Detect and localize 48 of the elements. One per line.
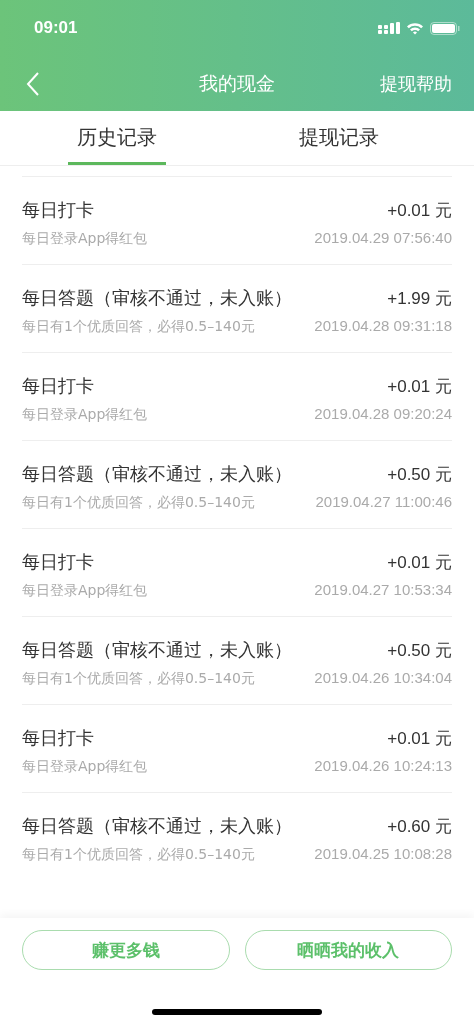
record-description: 每日有1个优质回答，必得0.5–140元: [22, 318, 255, 336]
record-description: 每日登录App得红包: [22, 582, 148, 600]
record-title: 每日答题（审核不通过，未入账）: [22, 814, 292, 838]
signal-icon: [378, 22, 400, 34]
record-row[interactable]: 每日答题（审核不通过，未入账） +0.60 元 每日有1个优质回答，必得0.5–140元 2019.04.25 10:08:28: [22, 792, 452, 880]
record-title: 每日答题（审核不通过，未入账）: [22, 638, 292, 662]
back-button[interactable]: [26, 70, 40, 97]
record-time: 2019.04.28 09:20:24: [314, 405, 452, 422]
record-amount: +0.01 元: [387, 728, 452, 750]
record-description: 每日有1个优质回答，必得0.5–140元: [22, 494, 255, 512]
record-row[interactable]: 每日答题（审核不通过，未入账） +0.50 元 每日有1个优质回答，必得0.5–140元 2019.04.27 11:00:46: [22, 440, 452, 528]
record-description: 每日登录App得红包: [22, 230, 148, 248]
status-time: 09:01: [34, 18, 78, 38]
record-row[interactable]: 每日打卡 +0.01 元 每日登录App得红包 2019.04.26 10:24:13: [22, 704, 452, 792]
record-description: 每日登录App得红包: [22, 406, 148, 424]
record-row[interactable]: 每日答题（审核不通过，未入账） +1.99 元 每日有1个优质回答，必得0.5–140元 2019.04.28 09:31:18: [22, 264, 452, 352]
record-amount: +0.60 元: [387, 816, 452, 838]
record-description: 每日有1个优质回答，必得0.5–140元: [22, 670, 255, 688]
record-title: 每日打卡: [22, 550, 94, 574]
tab[interactable]: 历史记录: [68, 111, 166, 165]
record-title: 每日答题（审核不通过，未入账）: [22, 286, 292, 310]
tab[interactable]: 提现记录: [204, 111, 474, 165]
page-title: 我的现金: [198, 70, 276, 96]
record-description: 每日有1个优质回答，必得0.5–140元: [22, 846, 255, 864]
record-time: 2019.04.26 10:24:13: [314, 757, 452, 774]
wifi-icon: [406, 21, 424, 35]
record-amount: +0.50 元: [387, 640, 452, 662]
record-time: 2019.04.28 09:31:18: [314, 317, 452, 334]
record-amount: +0.01 元: [387, 200, 452, 222]
record-title: 每日答题（审核不通过，未入账）: [22, 462, 292, 486]
record-amount: +0.50 元: [387, 464, 452, 486]
record-amount: +1.99 元: [387, 288, 452, 310]
record-time: 2019.04.26 10:34:04: [314, 669, 452, 686]
record-row[interactable]: 每日打卡 +0.01 元 每日登录App得红包 2019.04.28 09:20:24: [22, 352, 452, 440]
record-title: 每日打卡: [22, 726, 94, 750]
record-row[interactable]: 每日打卡 +0.01 元 每日登录App得红包 2019.04.29 07:56:40: [22, 176, 452, 264]
battery-icon: [430, 21, 460, 35]
record-row[interactable]: 每日答题（审核不通过，未入账） +0.50 元 每日有1个优质回答，必得0.5–140元 2019.04.26 10:34:04: [22, 616, 452, 704]
record-time: 2019.04.27 10:53:34: [314, 581, 452, 598]
record-time: 2019.04.29 07:56:40: [314, 229, 452, 246]
record-row[interactable]: 每日打卡 +0.01 元 每日登录App得红包 2019.04.27 10:53:34: [22, 528, 452, 616]
record-time: 2019.04.27 11:00:46: [315, 493, 452, 510]
record-time: 2019.04.25 10:08:28: [314, 845, 452, 862]
record-amount: +0.01 元: [387, 376, 452, 398]
record-title: 每日打卡: [22, 374, 94, 398]
record-amount: +0.01 元: [387, 552, 452, 574]
record-title: 每日打卡: [22, 198, 94, 222]
record-description: 每日登录App得红包: [22, 758, 148, 776]
